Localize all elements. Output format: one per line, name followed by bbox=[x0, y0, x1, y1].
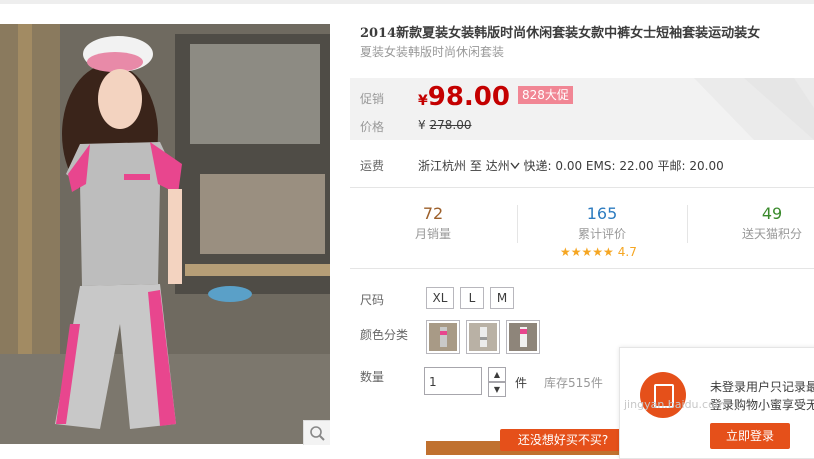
quantity-increase-button[interactable]: ▲ bbox=[488, 367, 506, 382]
size-option-xl[interactable]: XL bbox=[426, 287, 454, 309]
ship-to-city: 达州 bbox=[485, 159, 510, 173]
total-reviews-stat[interactable]: 165 累计评价 bbox=[542, 205, 662, 242]
color-swatch-1[interactable] bbox=[426, 320, 460, 354]
stat-separator bbox=[517, 205, 518, 243]
monthly-sales-value: 72 bbox=[422, 204, 444, 223]
divider bbox=[350, 187, 814, 188]
size-label: 尺码 bbox=[360, 293, 385, 307]
top-divider bbox=[0, 0, 814, 4]
original-currency-symbol: ¥ bbox=[418, 118, 426, 132]
zoom-button[interactable] bbox=[303, 420, 330, 445]
promo-background-pattern bbox=[694, 78, 814, 140]
monthly-sales-label: 月销量 bbox=[414, 227, 451, 241]
popup-line-1: 未登录用户只记录最 bbox=[710, 380, 814, 394]
price-panel: 促销 ¥98.00 828大促 价格 ¥ 278.00 bbox=[350, 78, 814, 140]
model-photo bbox=[0, 24, 330, 444]
promo-price-value: 98.00 bbox=[427, 82, 510, 112]
magnifier-icon bbox=[310, 426, 325, 441]
rating-score: 4.7 bbox=[617, 245, 637, 259]
swatch-thumbnail bbox=[509, 323, 537, 351]
total-reviews-label: 累计评价 bbox=[577, 227, 626, 241]
product-subtitle: 夏装女装韩版时尚休闲套装 bbox=[360, 45, 505, 59]
original-price-label: 价格 bbox=[360, 120, 385, 134]
tmall-points-stat: 49 送天猫积分 bbox=[712, 205, 814, 242]
product-title: 2014新款夏装女装韩版时尚休闲套装女款中裤女士短袖套装运动装女 bbox=[360, 26, 761, 41]
stat-separator bbox=[687, 205, 688, 243]
rating-stars: ★★★★★ 4.7 bbox=[560, 245, 637, 259]
login-now-button[interactable]: 立即登录 bbox=[710, 423, 790, 449]
size-option-l[interactable]: L bbox=[460, 287, 484, 309]
quantity-label: 数量 bbox=[360, 370, 385, 384]
watermark: jingyan.baidu.com bbox=[624, 398, 726, 411]
shipping-info: 浙江杭州 至 达州 快递: 0.00 EMS: 22.00 平邮: 20.00 bbox=[418, 157, 724, 174]
ship-to-select[interactable]: 达州 bbox=[486, 159, 520, 173]
size-option-m[interactable]: M bbox=[490, 287, 514, 309]
ship-from-city: 浙江杭州 bbox=[418, 159, 467, 173]
quantity-input[interactable]: 1 bbox=[424, 367, 482, 395]
promo-badge: 828大促 bbox=[518, 86, 573, 104]
caret-up-icon: ▲ bbox=[493, 370, 501, 379]
shipping-label: 运费 bbox=[360, 159, 385, 173]
stock-count: 库存515件 bbox=[544, 376, 603, 390]
color-swatch-2[interactable] bbox=[466, 320, 500, 354]
tmall-points-label: 送天猫积分 bbox=[741, 227, 802, 241]
promo-price: ¥98.00 bbox=[418, 82, 510, 112]
divider bbox=[350, 268, 814, 269]
currency-symbol: ¥ bbox=[418, 93, 428, 109]
swatch-thumbnail bbox=[469, 323, 497, 351]
color-label: 颜色分类 bbox=[360, 328, 409, 342]
chevron-down-icon bbox=[510, 162, 520, 170]
monthly-sales-stat: 72 月销量 bbox=[373, 205, 493, 242]
undecided-reminder-button[interactable]: 还没想好买不买? bbox=[500, 429, 626, 451]
shipping-fees: 快递: 0.00 EMS: 22.00 平邮: 20.00 bbox=[523, 159, 724, 173]
ship-to-word: 至 bbox=[469, 159, 482, 173]
swatch-thumbnail bbox=[429, 323, 457, 351]
star-icons: ★★★★★ bbox=[560, 245, 614, 259]
product-main-image[interactable] bbox=[0, 24, 330, 444]
color-swatch-3[interactable] bbox=[506, 320, 540, 354]
total-reviews-value: 165 bbox=[586, 204, 618, 223]
tmall-points-value: 49 bbox=[761, 204, 783, 223]
caret-down-icon: ▼ bbox=[493, 385, 501, 394]
quantity-unit: 件 bbox=[515, 376, 528, 390]
original-price-value: 278.00 bbox=[429, 118, 472, 132]
original-price: ¥ 278.00 bbox=[418, 118, 471, 132]
document-icon bbox=[640, 372, 686, 418]
promo-price-label: 促销 bbox=[360, 92, 385, 106]
quantity-decrease-button[interactable]: ▼ bbox=[488, 382, 506, 397]
